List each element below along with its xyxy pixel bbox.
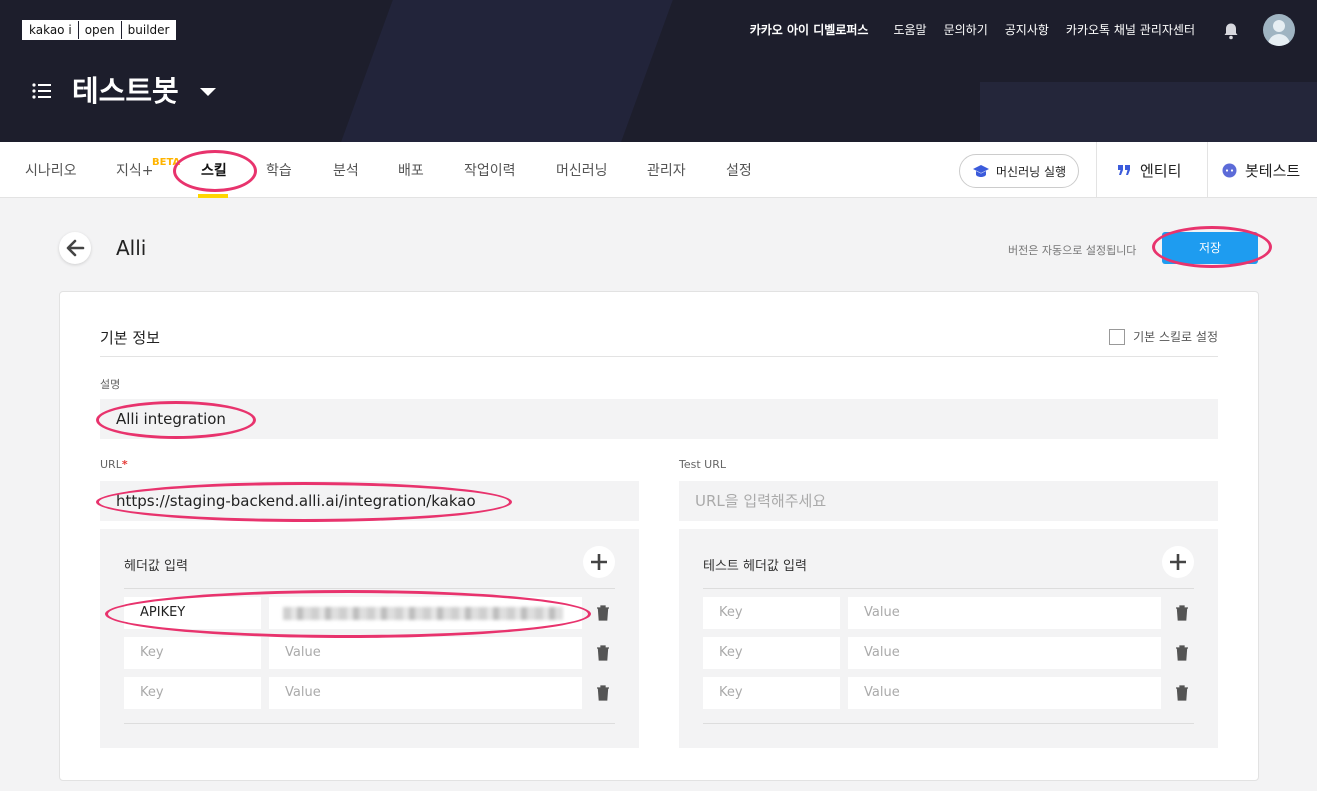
test-header-value-input[interactable]: Value (848, 637, 1161, 669)
header-key-input[interactable]: Key (124, 677, 261, 709)
description-label: 설명 (100, 378, 121, 391)
trash-icon[interactable] (1175, 605, 1189, 621)
test-header-values-box: 테스트 헤더값 입력 Key Value Key Value Key Value (679, 529, 1218, 748)
tab-knowledge[interactable]: 지식+ (116, 162, 154, 180)
url-field[interactable]: https://staging-backend.alli.ai/integrat… (100, 481, 639, 521)
header-decoration (980, 82, 1317, 142)
avatar-head-shape (1273, 20, 1285, 32)
tab-divider (1096, 142, 1097, 198)
nav-inquiry[interactable]: 문의하기 (944, 22, 988, 38)
bot-test-label: 봇테스트 (1245, 162, 1301, 180)
nav-channel-admin[interactable]: 카카오톡 채널 관리자센터 (1066, 22, 1195, 38)
default-skill-checkbox[interactable] (1109, 328, 1126, 345)
menu-icon[interactable] (32, 82, 52, 100)
required-mark: * (121, 458, 128, 471)
top-header: kakao i open builder 카카오 아이 디벨로퍼스 도움말 문의… (0, 0, 1317, 142)
tab-deploy[interactable]: 배포 (398, 162, 424, 180)
save-button[interactable]: 저장 (1162, 232, 1258, 264)
nav-developers[interactable]: 카카오 아이 디벨로퍼스 (750, 22, 869, 38)
nav-notice[interactable]: 공지사항 (1005, 22, 1049, 38)
graduation-cap-icon (973, 165, 989, 177)
version-note: 버전은 자동으로 설정됩니다 (1008, 244, 1137, 257)
bot-title[interactable]: 테스트봇 (72, 72, 179, 110)
tab-history[interactable]: 작업이력 (464, 162, 516, 180)
header-key-input[interactable]: Key (124, 637, 261, 669)
section-title: 기본 정보 (100, 329, 160, 347)
active-tab-indicator (198, 194, 228, 198)
redacted-value (283, 607, 563, 620)
plus-icon (591, 554, 607, 570)
url-label-text: URL (100, 458, 122, 471)
header-divider (124, 723, 615, 724)
trash-icon[interactable] (1175, 645, 1189, 661)
header-value-input[interactable]: Value (269, 637, 582, 669)
url-label: URL* (100, 458, 128, 471)
test-header-key-input[interactable]: Key (703, 677, 840, 709)
trash-icon[interactable] (1175, 685, 1189, 701)
arrow-left-icon (66, 239, 85, 257)
top-nav: 카카오 아이 디벨로퍼스 도움말 문의하기 공지사항 카카오톡 채널 관리자센터 (750, 22, 1195, 38)
trash-icon[interactable] (596, 645, 610, 661)
test-header-key-input[interactable]: Key (703, 597, 840, 629)
quote-icon (1118, 164, 1130, 175)
skill-form-card: 기본 정보 기본 스킬로 설정 설명 Alli integration URL*… (59, 291, 1259, 781)
bot-test-button[interactable]: 봇테스트 (1222, 160, 1300, 181)
add-header-button[interactable] (583, 546, 615, 578)
skill-name: Alli (116, 236, 147, 260)
test-header-key-input[interactable]: Key (703, 637, 840, 669)
test-header-value-input[interactable]: Value (848, 677, 1161, 709)
header-values-box: 헤더값 입력 APIKEY Key Value Key Value (100, 529, 639, 748)
default-skill-option[interactable]: 기본 스킬로 설정 (1109, 328, 1218, 345)
tab-skill[interactable]: 스킬 (201, 162, 227, 180)
test-url-label: Test URL (679, 458, 726, 471)
entity-button[interactable]: 엔티티 (1118, 160, 1181, 181)
header-divider (703, 588, 1194, 589)
beta-badge: BETA (152, 157, 181, 168)
test-url-field[interactable]: URL을 입력해주세요 (679, 481, 1218, 521)
tab-divider (1207, 142, 1208, 198)
test-header-values-title: 테스트 헤더값 입력 (703, 559, 807, 574)
section-divider (100, 356, 1218, 357)
nav-help[interactable]: 도움말 (893, 22, 926, 38)
entity-label: 엔티티 (1140, 162, 1182, 180)
trash-icon[interactable] (596, 605, 610, 621)
avatar[interactable] (1263, 14, 1295, 46)
tab-machine-learning[interactable]: 머신러닝 (556, 162, 608, 180)
ml-run-label: 머신러닝 실행 (996, 164, 1067, 179)
default-skill-label: 기본 스킬로 설정 (1133, 330, 1218, 344)
header-values-title: 헤더값 입력 (124, 559, 188, 574)
tab-settings[interactable]: 설정 (726, 162, 752, 180)
header-value-input[interactable]: Value (269, 677, 582, 709)
test-header-value-input[interactable]: Value (848, 597, 1161, 629)
trash-icon[interactable] (596, 685, 610, 701)
plus-icon (1170, 554, 1186, 570)
tab-training[interactable]: 학습 (266, 162, 292, 180)
caret-down-icon[interactable] (200, 88, 216, 96)
tab-scenario[interactable]: 시나리오 (25, 162, 77, 180)
avatar-body-shape (1268, 34, 1290, 46)
header-key-input[interactable]: APIKEY (124, 597, 261, 629)
chat-bubble-icon (1222, 163, 1237, 178)
logo-part: kakao i (23, 21, 79, 39)
logo[interactable]: kakao i open builder (22, 20, 177, 40)
header-divider (703, 723, 1194, 724)
header-value-input[interactable] (269, 597, 582, 629)
bell-icon[interactable] (1222, 22, 1240, 40)
header-decoration (305, 0, 695, 142)
header-divider (124, 588, 615, 589)
description-field[interactable]: Alli integration (100, 399, 1218, 439)
logo-part: builder (121, 21, 176, 39)
back-button[interactable] (59, 232, 91, 264)
tab-analytics[interactable]: 분석 (333, 162, 359, 180)
add-test-header-button[interactable] (1162, 546, 1194, 578)
tab-bar: 시나리오 지식+ BETA 스킬 학습 분석 배포 작업이력 머신러닝 관리자 … (0, 142, 1317, 198)
tab-admin[interactable]: 관리자 (647, 162, 686, 180)
logo-part: open (78, 21, 122, 39)
ml-run-button[interactable]: 머신러닝 실행 (959, 154, 1079, 188)
